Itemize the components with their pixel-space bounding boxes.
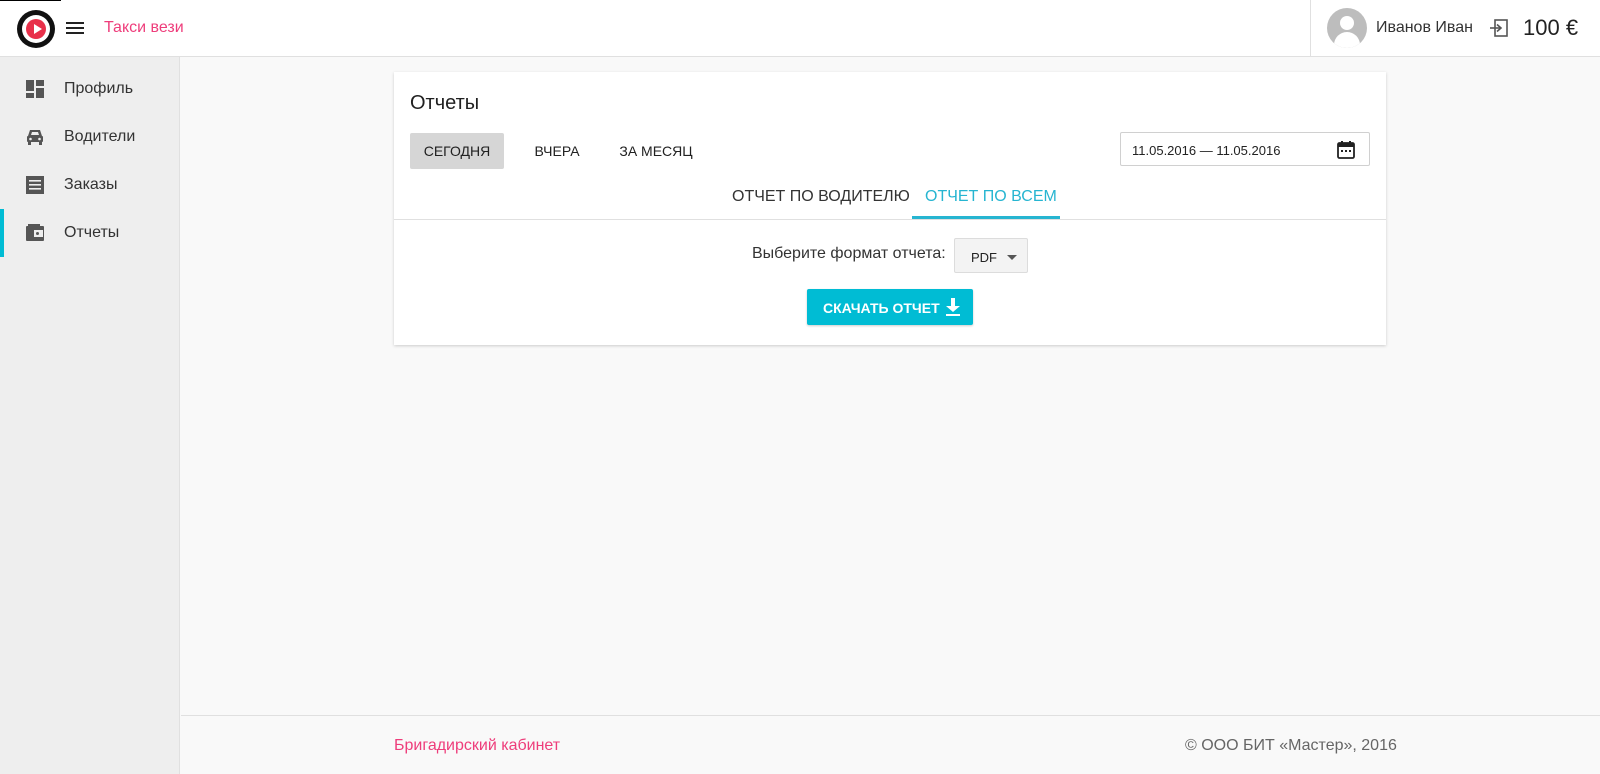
logout-icon[interactable] [1489, 19, 1509, 37]
date-range-value: 11.05.2016 — 11.05.2016 [1132, 143, 1281, 158]
header-divider [1310, 0, 1311, 57]
download-button-label: СКАЧАТЬ ОТЧЕТ [823, 300, 940, 316]
car-icon [27, 130, 43, 145]
user-name[interactable]: Иванов Иван [1376, 19, 1473, 37]
dashboard-icon [26, 80, 44, 98]
balance-value: 100 € [1523, 15, 1579, 40]
period-today-button[interactable]: СЕГОДНЯ [410, 133, 504, 169]
sidebar-item-label: Профиль [64, 80, 134, 97]
top-line [0, 0, 61, 1]
page-footer: Бригадирский кабинет © ООО БИТ «Мастер»,… [181, 715, 1600, 774]
tabs-divider [394, 219, 1386, 220]
app-header: Такси вези Иванов Иван 100 € [0, 0, 1600, 57]
list-icon [26, 176, 44, 194]
reports-card: Отчеты СЕГОДНЯ ВЧЕРА ЗА МЕСЯЦ 11.05.2016… [394, 72, 1386, 345]
hamburger-menu-icon[interactable] [66, 20, 86, 36]
tab-driver-report[interactable]: ОТЧЕТ ПО ВОДИТЕЛЮ [732, 188, 910, 216]
sidebar-item-label: Заказы [64, 176, 118, 193]
period-month-button[interactable]: ЗА МЕСЯЦ [608, 133, 704, 169]
sidebar-item-profile[interactable]: Профиль [0, 65, 180, 113]
calendar-icon[interactable] [1336, 140, 1356, 160]
wallet-icon [26, 224, 44, 241]
avatar[interactable] [1327, 8, 1367, 48]
format-select-value: PDF [971, 250, 997, 265]
footer-link[interactable]: Бригадирский кабинет [394, 737, 560, 755]
sidebar-item-label: Отчеты [64, 224, 120, 241]
brand-link[interactable]: Такси вези [104, 19, 184, 37]
download-icon [946, 298, 960, 316]
format-label: Выберите формат отчета: [752, 245, 946, 262]
sidebar-item-drivers[interactable]: Водители [0, 113, 180, 161]
caret-down-icon [1007, 255, 1017, 260]
download-report-button[interactable]: СКАЧАТЬ ОТЧЕТ [807, 289, 973, 325]
sidebar-item-label: Водители [64, 128, 136, 145]
period-yesterday-button[interactable]: ВЧЕРА [514, 133, 600, 169]
page-title: Отчеты [410, 92, 480, 114]
footer-copyright: © ООО БИТ «Мастер», 2016 [1185, 737, 1397, 754]
sidebar: Профиль Водители Заказы Отчеты [0, 57, 180, 774]
date-range-field[interactable]: 11.05.2016 — 11.05.2016 [1120, 132, 1370, 166]
tab-all-report[interactable]: ОТЧЕТ ПО ВСЕМ [925, 188, 1057, 216]
logo-icon[interactable] [17, 10, 55, 48]
sidebar-item-reports[interactable]: Отчеты [0, 209, 180, 257]
sidebar-item-orders[interactable]: Заказы [0, 161, 180, 209]
format-select[interactable]: PDF [954, 238, 1028, 273]
